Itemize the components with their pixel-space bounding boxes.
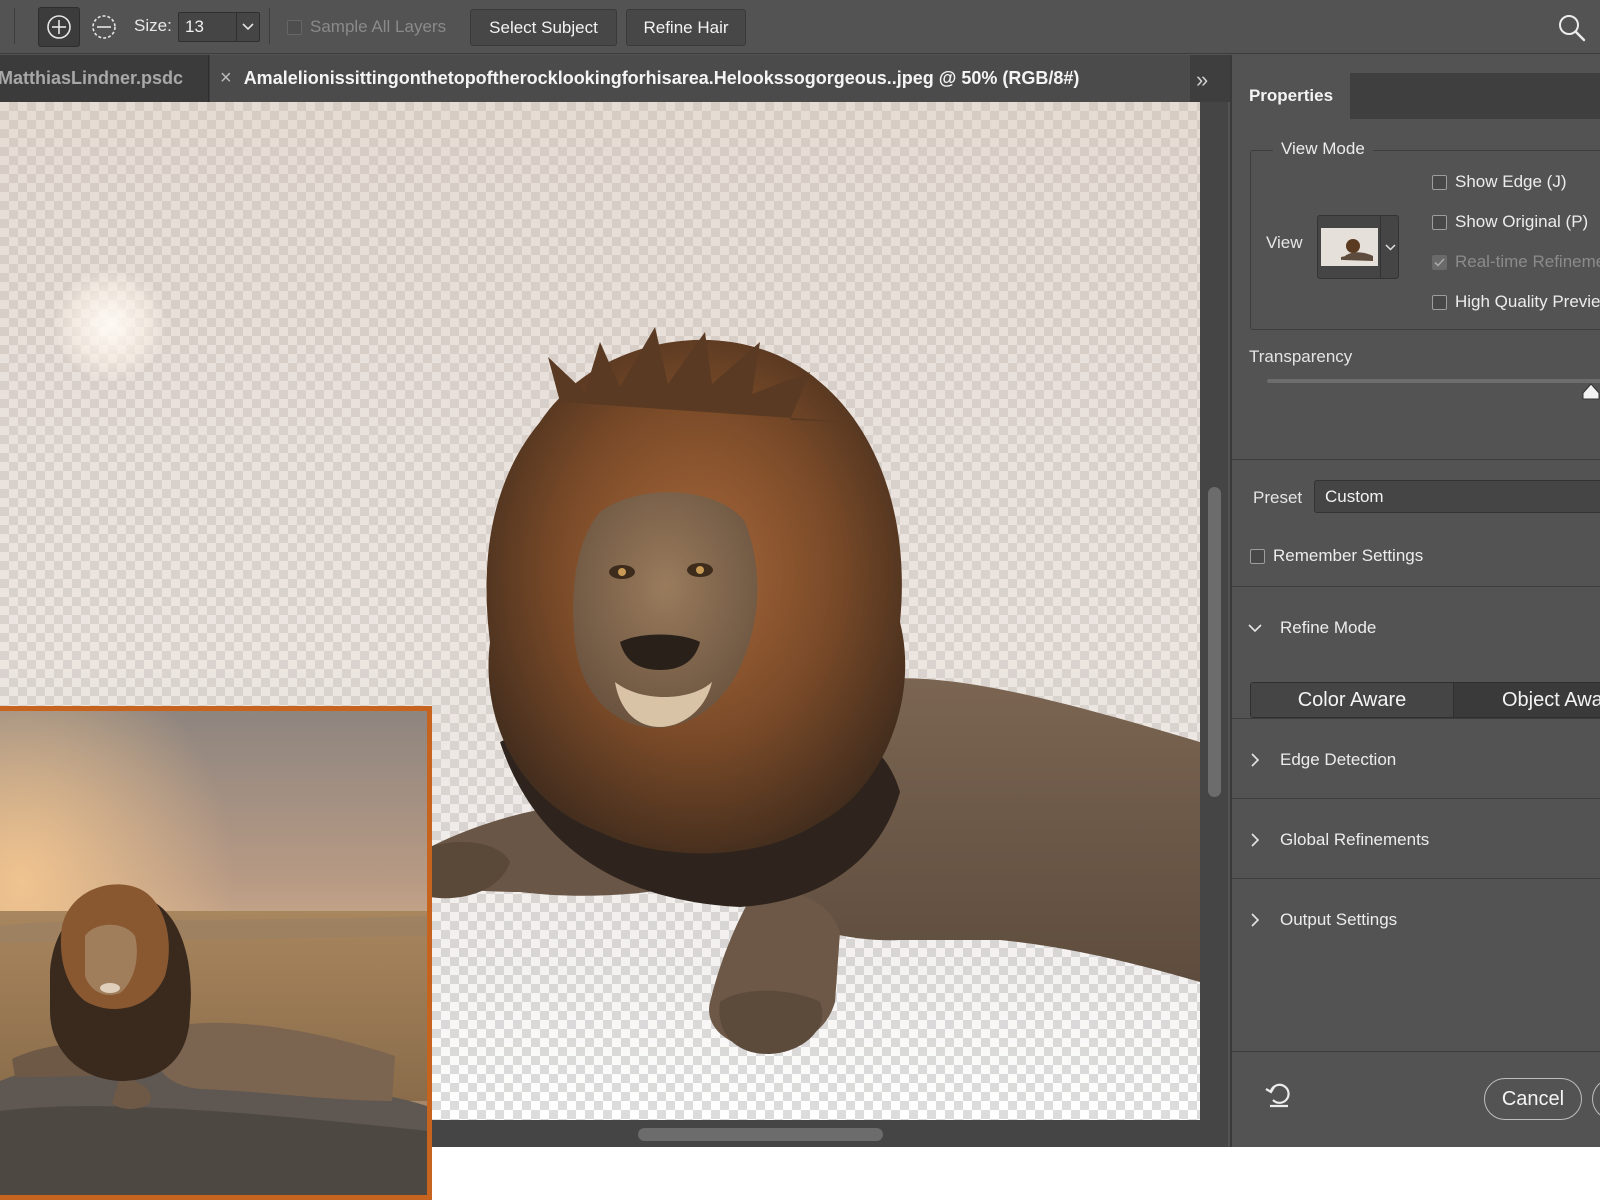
subtract-from-selection-button[interactable] — [83, 7, 125, 47]
show-original-label: Show Original (P) — [1455, 212, 1589, 231]
brush-size-dropdown[interactable] — [235, 13, 259, 41]
color-aware-button[interactable]: Color Aware — [1251, 683, 1454, 717]
tab-matthias-lindner[interactable]: MatthiasLindner.psdc — [0, 55, 209, 102]
show-edge-checkbox[interactable] — [1432, 174, 1447, 190]
chevron-down-icon — [1230, 623, 1280, 633]
refine-mode-label: Refine Mode — [1280, 618, 1377, 637]
close-icon[interactable]: × — [220, 67, 232, 90]
transparency-label: Transparency — [1249, 347, 1353, 366]
search-icon — [1559, 15, 1586, 42]
global-refinements-label: Global Refinements — [1280, 830, 1430, 849]
preset-value: Custom — [1325, 486, 1384, 506]
view-label: View — [1266, 233, 1303, 252]
edge-detection-header[interactable]: Edge Detection — [1232, 740, 1600, 780]
edge-detection-label: Edge Detection — [1280, 750, 1397, 769]
real-time-refinement-checkbox — [1432, 254, 1447, 270]
output-settings-label: Output Settings — [1280, 910, 1398, 929]
panel-separator — [1232, 459, 1600, 460]
add-to-selection-button[interactable] — [38, 7, 80, 47]
sample-all-layers-checkbox[interactable] — [287, 19, 302, 35]
brush-size-label: Size: — [134, 16, 172, 35]
vertical-scroll-thumb[interactable] — [1208, 487, 1221, 797]
high-quality-preview-checkbox[interactable] — [1432, 294, 1447, 310]
properties-panel: Properties View Mode View Show Edge (J) … — [1230, 55, 1600, 1147]
preset-select[interactable]: Custom — [1314, 480, 1600, 513]
remember-settings-checkbox[interactable] — [1250, 548, 1265, 564]
vertical-scrollbar[interactable] — [1200, 102, 1228, 1120]
panel-footer-separator — [1232, 1051, 1600, 1052]
chevron-down-icon — [242, 23, 254, 31]
show-edge-option[interactable]: Show Edge (J) — [1432, 172, 1567, 192]
horizontal-scroll-thumb[interactable] — [638, 1128, 883, 1141]
remember-settings-option[interactable]: Remember Settings — [1250, 546, 1423, 566]
output-settings-header[interactable]: Output Settings — [1232, 900, 1600, 940]
remember-settings-label: Remember Settings — [1273, 546, 1424, 565]
tab-overflow-icon[interactable]: » — [1196, 67, 1208, 93]
tab-lion-jpeg[interactable]: × Amalelionissittingonthetopoftherockloo… — [210, 55, 1190, 102]
panel-separator — [1232, 878, 1600, 879]
view-thumbnail — [1321, 228, 1378, 266]
show-edge-label: Show Edge (J) — [1455, 172, 1567, 191]
panel-separator — [1232, 798, 1600, 799]
original-photo — [0, 711, 427, 1195]
show-original-option[interactable]: Show Original (P) — [1432, 212, 1588, 232]
ok-button[interactable] — [1592, 1078, 1600, 1120]
chevron-right-icon — [1230, 753, 1280, 767]
show-original-checkbox[interactable] — [1432, 214, 1447, 230]
reset-button[interactable] — [1262, 1077, 1296, 1111]
checkmark-icon — [1434, 257, 1445, 267]
chevron-down-icon — [1384, 243, 1396, 251]
high-quality-preview-label: High Quality Preview — [1455, 292, 1600, 311]
reset-icon — [1265, 1083, 1290, 1108]
subtract-from-selection-icon — [92, 15, 116, 39]
options-bar: Size: 13 Sample All Layers Select Subjec… — [0, 0, 1600, 54]
object-aware-button[interactable]: Object Aware — [1454, 683, 1600, 717]
panel-separator — [1232, 586, 1600, 587]
brush-size-value[interactable]: 13 — [179, 17, 236, 37]
refine-mode-toggle[interactable]: Color Aware Object Aware — [1250, 682, 1600, 718]
chevron-right-icon — [1230, 913, 1280, 927]
refine-mode-header[interactable]: Refine Mode — [1232, 608, 1600, 648]
select-subject-button[interactable]: Select Subject — [470, 9, 617, 46]
original-photo-inset — [0, 706, 432, 1200]
global-refinements-header[interactable]: Global Refinements — [1232, 820, 1600, 860]
cancel-button[interactable]: Cancel — [1484, 1078, 1582, 1120]
real-time-refinement-option: Real-time Refinement — [1432, 252, 1600, 272]
transparency-slider[interactable] — [1267, 379, 1600, 383]
tab-properties[interactable]: Properties — [1232, 73, 1350, 119]
options-divider — [14, 8, 15, 44]
options-divider — [269, 8, 270, 44]
sample-all-layers[interactable]: Sample All Layers — [287, 17, 446, 37]
panel-separator — [1232, 718, 1600, 719]
sample-all-layers-label: Sample All Layers — [310, 17, 447, 36]
preset-label: Preset — [1253, 488, 1303, 507]
view-mode-picker[interactable] — [1317, 215, 1399, 279]
tab-label: MatthiasLindner.psdc — [0, 68, 184, 88]
panel-tab-bar: Properties — [1232, 73, 1600, 119]
refine-hair-button[interactable]: Refine Hair — [626, 9, 746, 46]
view-mode-title: View Mode — [1273, 139, 1373, 159]
transparency-slider-thumb[interactable] — [1581, 383, 1600, 401]
brush-size-field[interactable]: 13 — [178, 12, 260, 42]
tab-label: Amalelionissittingonthetopoftherocklooki… — [243, 68, 1080, 88]
document-tab-bar: MatthiasLindner.psdc × Amalelionissittin… — [0, 55, 1230, 102]
add-to-selection-icon — [47, 15, 71, 39]
high-quality-preview-option[interactable]: High Quality Preview — [1432, 292, 1600, 312]
real-time-refinement-label: Real-time Refinement — [1455, 252, 1600, 271]
search-button[interactable] — [1557, 13, 1587, 43]
view-mode-dropdown[interactable] — [1380, 216, 1399, 278]
chevron-right-icon — [1230, 833, 1280, 847]
